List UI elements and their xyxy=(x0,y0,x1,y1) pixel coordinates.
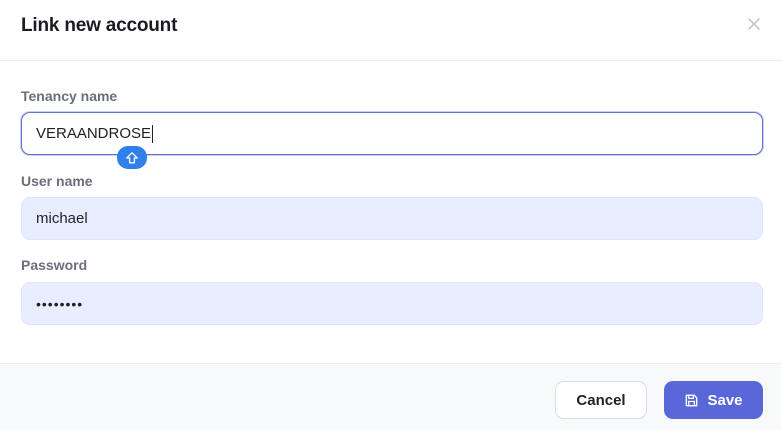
close-icon xyxy=(748,18,760,30)
cancel-button-label: Cancel xyxy=(576,391,626,409)
password-value: •••••••• xyxy=(36,295,84,312)
user-name-input[interactable]: michael xyxy=(21,197,763,240)
save-button[interactable]: Save xyxy=(664,381,763,419)
password-label: Password xyxy=(21,257,88,273)
close-button[interactable] xyxy=(745,15,763,33)
caps-lock-icon xyxy=(126,151,138,163)
save-icon xyxy=(686,394,698,406)
user-name-value: michael xyxy=(36,210,88,227)
save-button-label: Save xyxy=(707,391,743,409)
caps-lock-indicator xyxy=(117,146,147,169)
link-account-dialog: Link new account Tenancy name VERAANDROS… xyxy=(0,0,781,430)
user-name-label: User name xyxy=(21,173,93,189)
tenancy-name-value: VERAANDROSE xyxy=(36,125,152,142)
dialog-footer: Cancel Save xyxy=(0,363,781,430)
tenancy-name-label: Tenancy name xyxy=(21,88,118,104)
cancel-button[interactable]: Cancel xyxy=(555,381,647,419)
text-caret xyxy=(152,124,154,143)
dialog-title: Link new account xyxy=(21,15,178,36)
password-input[interactable]: •••••••• xyxy=(21,282,763,325)
dialog-header: Link new account xyxy=(0,0,781,61)
